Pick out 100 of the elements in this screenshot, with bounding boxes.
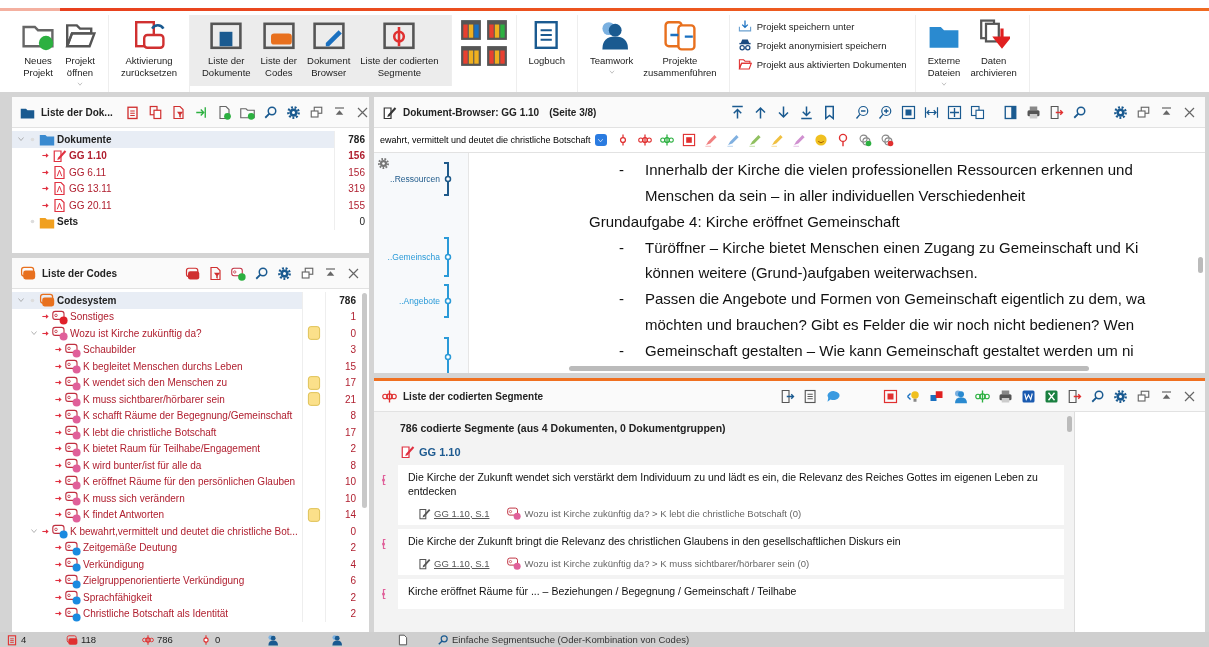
tree-item[interactable]: Christliche Botschaft als Identität bbox=[12, 605, 302, 622]
arrow-up-icon[interactable] bbox=[753, 104, 768, 120]
bookmark-icon[interactable] bbox=[822, 104, 837, 120]
comment-icon[interactable] bbox=[826, 388, 841, 404]
ribbon-button[interactable]: Logbuch bbox=[524, 19, 569, 67]
tree-item[interactable]: Sets bbox=[12, 213, 334, 230]
ribbon-button[interactable]: Aktivierung zurücksetzen bbox=[117, 19, 181, 79]
list-icon[interactable] bbox=[803, 388, 818, 404]
layout-icon[interactable] bbox=[459, 45, 482, 67]
code-bracket[interactable] bbox=[441, 162, 453, 196]
scrollbar[interactable] bbox=[569, 365, 1089, 371]
tree-item[interactable]: Schaubilder bbox=[12, 341, 302, 358]
settings-icon[interactable] bbox=[377, 157, 390, 170]
new-code-icon[interactable] bbox=[231, 265, 246, 281]
highlighter-icon[interactable] bbox=[703, 133, 718, 147]
scrollbar[interactable] bbox=[362, 293, 367, 508]
search-icon[interactable] bbox=[1072, 104, 1087, 120]
ribbon-button[interactable]: Liste der Codes bbox=[256, 19, 301, 79]
emoticon-icon[interactable] bbox=[813, 133, 828, 147]
tree-item[interactable]: K lebt die christliche Botschaft bbox=[12, 424, 302, 441]
search-mode[interactable]: Einfache Segmentsuche (Oder-Kombination von Codes) bbox=[452, 634, 690, 645]
tree-item[interactable]: K muss sich verändern bbox=[12, 490, 302, 507]
scrollbar[interactable] bbox=[1197, 257, 1203, 273]
document-icon[interactable] bbox=[397, 633, 409, 646]
export-icon[interactable] bbox=[780, 388, 795, 404]
ribbon-button[interactable]: Liste der codierten Segmente bbox=[356, 19, 443, 79]
sidebar-icon[interactable] bbox=[1003, 104, 1018, 120]
search-icon[interactable] bbox=[254, 265, 269, 281]
segment-card[interactable]: Die Kirche der Zukunft bringt die Relevanz des christlichen Glaubens in den gesellschaftlichen Diskurs ein GG 1.10, S.1 Wozu ist Kirche zukünftig da? > K muss sichtbarer/hörbarer sein (0) bbox=[398, 529, 1064, 575]
tree-item[interactable]: K bewahrt,vermittelt und deutet die christliche Bot... bbox=[12, 523, 302, 540]
segment-card[interactable] bbox=[398, 465, 1064, 525]
undock-icon[interactable] bbox=[300, 265, 315, 281]
table-icon[interactable] bbox=[883, 388, 898, 404]
menu-button[interactable]: Projekt aus aktivierten Dokumenten bbox=[737, 57, 907, 71]
undock-icon[interactable] bbox=[1136, 104, 1151, 120]
source-link[interactable]: GG 1.10, S.1 bbox=[434, 557, 490, 569]
tree-item[interactable]: K begleitet Menschen durchs Leben bbox=[12, 358, 302, 375]
ribbon-button[interactable]: Teamwork bbox=[585, 19, 638, 80]
tree-item[interactable]: GG 1.10 bbox=[12, 147, 334, 164]
select-icon[interactable] bbox=[681, 133, 696, 147]
tree-item[interactable]: Zielgruppenorientierte Verkündigung bbox=[12, 572, 302, 589]
new-document-icon[interactable] bbox=[216, 104, 232, 120]
tree-item[interactable]: Codesystem bbox=[12, 292, 302, 309]
tree-item[interactable]: Verkündigung bbox=[12, 556, 302, 573]
tree-item[interactable]: Sonstiges bbox=[12, 308, 302, 325]
zoom-out-icon[interactable] bbox=[855, 104, 870, 120]
ribbon-button[interactable]: Projekte zusammenführen bbox=[639, 19, 721, 79]
filter-icon[interactable] bbox=[170, 104, 186, 120]
segments-icon[interactable] bbox=[659, 133, 674, 147]
code-bracket[interactable] bbox=[441, 237, 453, 277]
code-segment-icon[interactable] bbox=[637, 133, 652, 147]
menu-button[interactable]: Projekt speichern unter bbox=[737, 19, 907, 33]
add-segment-icon[interactable] bbox=[975, 388, 990, 404]
clipboard-icon[interactable] bbox=[124, 104, 140, 120]
settings-icon[interactable] bbox=[1113, 104, 1128, 120]
layout-icon[interactable] bbox=[459, 19, 482, 41]
import-icon[interactable] bbox=[193, 104, 209, 120]
bottom-icon[interactable] bbox=[799, 104, 814, 120]
tree-item[interactable]: K muss sichtbarer/hörbarer sein bbox=[12, 391, 302, 408]
menu-button[interactable]: Projekt anonymisiert speichern bbox=[737, 38, 907, 52]
users-icon[interactable] bbox=[952, 388, 967, 404]
tree-item[interactable]: Wozu ist Kirche zukünftig da? bbox=[12, 325, 302, 342]
ribbon-button[interactable]: Neues Projekt bbox=[18, 19, 58, 79]
export-icon[interactable] bbox=[1049, 104, 1064, 120]
tree-item[interactable]: K wird bunter/ist für alle da bbox=[12, 457, 302, 474]
layout-icon[interactable] bbox=[485, 19, 508, 41]
tree-item[interactable]: K bietet Raum für Teilhabe/Engagement bbox=[12, 440, 302, 457]
ribbon-button[interactable]: Daten archivieren bbox=[966, 19, 1021, 79]
search-icon[interactable] bbox=[1090, 388, 1105, 404]
undock-icon[interactable] bbox=[1136, 388, 1151, 404]
fit-width-icon[interactable] bbox=[924, 104, 939, 120]
code-bracket[interactable] bbox=[441, 337, 453, 373]
settings-icon[interactable] bbox=[1113, 388, 1128, 404]
tree-item[interactable]: Sprachfähigkeit bbox=[12, 589, 302, 606]
source-link[interactable]: GG 1.10, S.1 bbox=[434, 507, 490, 519]
code-icon[interactable] bbox=[185, 265, 200, 281]
tree-item[interactable]: K wendet sich den Menschen zu bbox=[12, 374, 302, 391]
pages-icon[interactable] bbox=[970, 104, 985, 120]
undock-icon[interactable] bbox=[308, 104, 324, 120]
color-icon[interactable] bbox=[929, 388, 944, 404]
printer-icon[interactable] bbox=[998, 388, 1013, 404]
segment-card[interactable]: Kirche eröffnet Räume für ... – Beziehungen / Begegnung / Gemeinschaft / Teilhabe bbox=[398, 579, 1064, 609]
tree-item[interactable]: K schafft Räume der Begegnung/Gemeinschaft bbox=[12, 407, 302, 424]
tree-item[interactable]: K eröffnet Räume für den persönlichen Glauben bbox=[12, 473, 302, 490]
scrollbar[interactable] bbox=[1066, 416, 1072, 432]
ribbon-button[interactable]: Dokument Browser bbox=[303, 19, 355, 79]
settings-icon[interactable] bbox=[277, 265, 292, 281]
users-icon[interactable] bbox=[330, 633, 342, 646]
user-icon[interactable] bbox=[266, 633, 278, 646]
top-icon[interactable] bbox=[730, 104, 745, 120]
filter-icon[interactable] bbox=[208, 265, 223, 281]
tree-item[interactable]: Zeitgemäße Deutung bbox=[12, 539, 302, 556]
arrow-down-icon[interactable] bbox=[776, 104, 791, 120]
tree-item[interactable]: GG 13.11 bbox=[12, 180, 334, 197]
tree-item[interactable]: K findet Antworten bbox=[12, 506, 302, 523]
search-icon[interactable] bbox=[262, 104, 278, 120]
link-icon[interactable] bbox=[857, 133, 872, 147]
code-bracket[interactable] bbox=[441, 284, 453, 318]
tree-item[interactable]: GG 20.11 bbox=[12, 197, 334, 214]
zoom-in-icon[interactable] bbox=[878, 104, 893, 120]
